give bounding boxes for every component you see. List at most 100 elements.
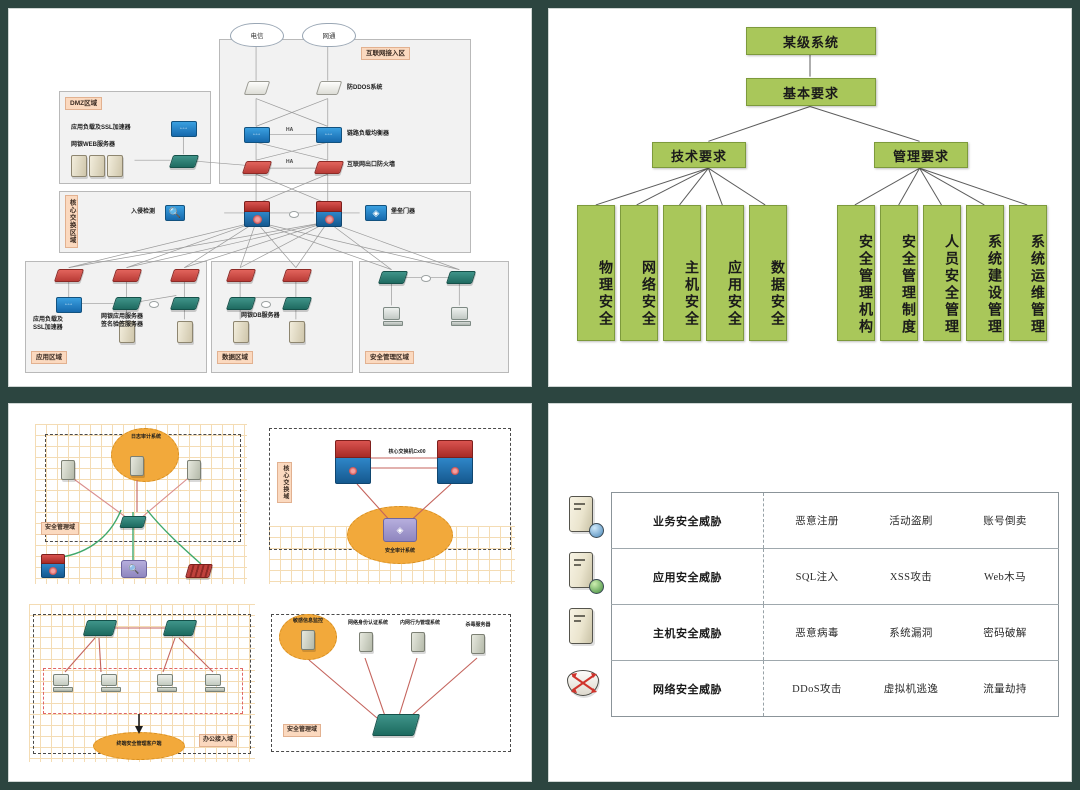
- zone-label-core-switch: 核心交换区域: [65, 195, 79, 248]
- switch-sec-bottom: [371, 714, 421, 736]
- tree-leaf-application-security: 应用安全: [706, 205, 744, 341]
- tree-leaf-host-security: 主机安全: [663, 205, 701, 341]
- zone-label-data: 数据区域: [217, 351, 253, 365]
- office-pc-1: [53, 674, 73, 694]
- core-switch-right-domain: [437, 440, 473, 484]
- threat-table: 业务安全威胁 恶意注册 活动盗刷 账号倒卖 应用安全威胁 SQL注入 XSS攻击…: [611, 492, 1059, 717]
- zone-label-dmz: DMZ区域: [65, 97, 103, 111]
- office-switch-1: [82, 620, 118, 636]
- threat-category-application: 应用安全威胁: [611, 548, 764, 605]
- anti-ddos-device-left: [243, 81, 271, 95]
- app-zone-firewall-1: [53, 269, 85, 282]
- db-server-2: [289, 321, 305, 343]
- threat-category-network: 网络安全威胁: [611, 660, 764, 717]
- server-network-identity-auth: [359, 632, 373, 652]
- server-antivirus: [471, 634, 485, 654]
- app-zone-switch-2: [169, 297, 201, 310]
- dmz-web-server-2: [89, 155, 105, 177]
- server-log-audit: [130, 456, 144, 476]
- sec-zone-switch-1: [377, 271, 409, 284]
- security-audit-device: ◈: [383, 518, 417, 542]
- label-internet-egress-firewall: 互联网出口防火墙: [347, 162, 396, 168]
- core-switch-left-domain: [335, 440, 371, 484]
- four-panel-grid: 互联网接入区 DMZ区域 核心交换区域 应用区域 数据区域 安全管理区域 电信 …: [0, 0, 1080, 790]
- data-zone-firewall-2: [281, 269, 313, 282]
- router-arrows-icon: [571, 673, 597, 693]
- tree-branch-management: 管理要求: [874, 142, 968, 168]
- label-core-switch-model: 核心交换机Cx00: [388, 449, 426, 455]
- tree-leaf-network-security: 网络安全: [620, 205, 658, 341]
- sec-admin-workstation-1: [383, 307, 403, 327]
- bastion-gateway-device: ◈: [365, 205, 387, 221]
- tree-level2-box: 基本要求: [746, 78, 876, 106]
- threat-item: 活动盗刷: [889, 516, 933, 527]
- server-host-icon: [563, 606, 605, 652]
- threat-item: 恶意注册: [795, 516, 839, 527]
- server-intranet-behavior-mgmt: [411, 632, 425, 652]
- threat-item: Web木马: [984, 572, 1026, 583]
- zone-label-core-switch-domain: 核心交换域: [277, 462, 292, 503]
- link-load-balancer-left: ▫▫▫: [244, 127, 270, 143]
- label-anti-ddos: 防DDOS系统: [347, 85, 383, 91]
- threat-category-business: 业务安全威胁: [611, 492, 764, 549]
- intrusion-detection-device: 🔍: [165, 205, 185, 221]
- server-app-icon: [563, 550, 605, 596]
- subpanel-office-access-domain: 终端安全管理客户端 办公接入域: [23, 600, 261, 768]
- label-bastion-gateway: 堡垒门器: [391, 209, 416, 215]
- label-db-server: 网银DB服务器: [241, 313, 280, 319]
- firewall-sec-top: [184, 564, 214, 578]
- app-zone-firewall-2: [111, 269, 143, 282]
- threat-item: SQL注入: [795, 572, 839, 583]
- db-server-1: [233, 321, 249, 343]
- cloud-netcom: 网通: [302, 23, 356, 47]
- tree-leaf-data-security: 数据安全: [749, 205, 787, 341]
- zone-label-sec-mgmt-top: 安全管理域: [41, 522, 80, 535]
- office-pc-2: [101, 674, 121, 694]
- label-security-audit-system: 安全审计系统: [384, 548, 415, 554]
- tree-leaf-security-mgmt-system: 安全管理制度: [880, 205, 918, 341]
- link-load-balancer-right: ▫▫▫: [316, 127, 342, 143]
- panel-network-topology: 互联网接入区 DMZ区域 核心交换区域 应用区域 数据区域 安全管理区域 电信 …: [0, 0, 540, 395]
- internet-egress-firewall-right: [313, 161, 345, 174]
- app-server-2: [177, 321, 193, 343]
- threat-item: DDoS攻击: [792, 684, 842, 695]
- internet-egress-firewall-left: [241, 161, 273, 174]
- zone-label-internet-access: 互联网接入区: [361, 47, 410, 61]
- server-left-sec-top: [61, 460, 75, 480]
- data-zone-switch-1: [225, 297, 257, 310]
- table-row: 网络安全威胁 DDoS攻击 虚拟机逃逸 流量劫持: [611, 660, 1059, 717]
- dmz-web-server-3: [107, 155, 123, 177]
- data-zone-firewall-1: [225, 269, 257, 282]
- server-sensitive-monitor: [301, 630, 315, 650]
- tree-branch-technical: 技术要求: [652, 142, 746, 168]
- ha-label-bottom: HA: [286, 159, 294, 165]
- label-app-load-ssl: 应用负载及 SSL加速器: [33, 317, 64, 331]
- panel-security-domains: 日志审计系统 安全管理域 🔍 核心交换机Cx00 ◈ 安全审计系统 核心交换域 …: [0, 395, 540, 790]
- subpanel-core-switch-domain: 核心交换机Cx00 ◈ 安全审计系统 核心交换域: [265, 418, 519, 590]
- table-row: 应用安全威胁 SQL注入 XSS攻击 Web木马: [611, 548, 1059, 605]
- label-terminal-security-client: 终端安全管理客户端: [116, 741, 162, 747]
- threat-item: 流量劫持: [983, 684, 1027, 695]
- table-row: 主机安全威胁 恶意病毒 系统漏洞 密码破解: [611, 604, 1059, 661]
- label-dmz-app-load-ssl: 应用负载及SSL加速器: [71, 125, 131, 131]
- ha-label-top: HA: [286, 127, 294, 133]
- anti-ddos-device-right: [315, 81, 343, 95]
- switch-sec-top: [119, 516, 147, 528]
- subpanel-security-management-bottom: 敏感信息监控 网络身份认证系统 内网行为管理系统 杀毒服务器 安全管理域: [265, 600, 519, 768]
- sec-admin-workstation-2: [451, 307, 471, 327]
- threat-item: XSS攻击: [889, 572, 933, 583]
- dmz-switch: [168, 155, 200, 168]
- label-log-audit-system: 日志审计系统: [130, 434, 161, 440]
- zone-label-sec-mgmt-bottom: 安全管理域: [283, 724, 322, 737]
- tree-leaf-system-construction: 系统建设管理: [966, 205, 1004, 341]
- panel-threat-table: 业务安全威胁 恶意注册 活动盗刷 账号倒卖 应用安全威胁 SQL注入 XSS攻击…: [540, 395, 1080, 790]
- threat-item: 账号倒卖: [983, 516, 1027, 527]
- app-zone-firewall-3: [169, 269, 201, 282]
- app-zone-link: [149, 301, 159, 308]
- label-link-load-balancer: 链路负载均衡器: [347, 131, 390, 137]
- label-dmz-web-server: 网银WEB服务器: [71, 142, 115, 148]
- office-pc-3: [157, 674, 177, 694]
- sec-zone-link: [421, 275, 431, 282]
- threat-item: 恶意病毒: [795, 628, 839, 639]
- panel-requirement-tree: 某级系统 基本要求 技术要求 管理要求 物理安全 网络安全 主机安全 应用安全 …: [540, 0, 1080, 395]
